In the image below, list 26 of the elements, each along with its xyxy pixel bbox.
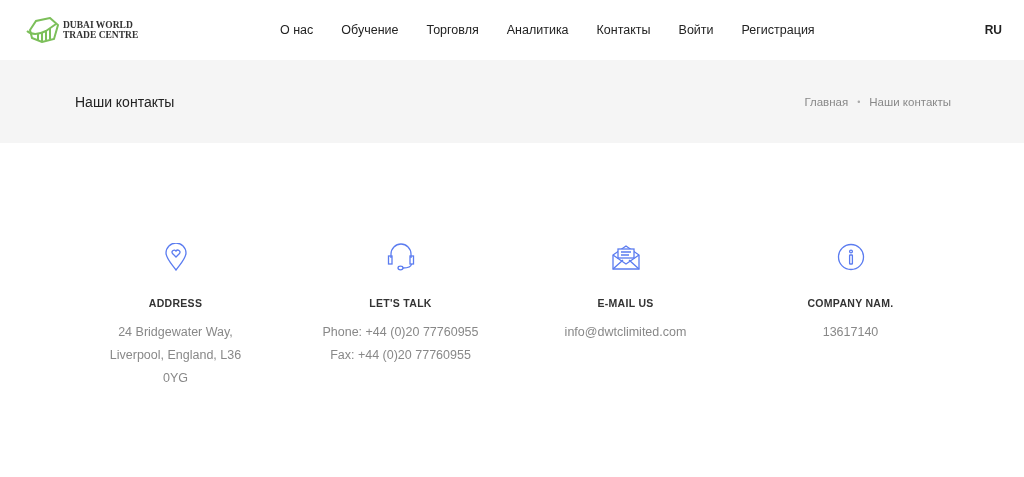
- location-pin-icon: [164, 243, 187, 271]
- nav-link[interactable]: Обучение: [327, 23, 413, 37]
- headset-icon: [386, 243, 415, 271]
- nav-link[interactable]: Торговля: [412, 23, 493, 37]
- nav-link[interactable]: Регистрация: [727, 23, 829, 37]
- contact-heading: LET'S TALK: [369, 297, 432, 309]
- contact-text: Fax: +44 (0)20 77760955: [330, 347, 471, 364]
- open-envelope-icon: [611, 245, 640, 271]
- contact-text: info@dwtclimited.com: [564, 324, 687, 341]
- breadcrumb-separator: •: [857, 96, 861, 107]
- contact-text: Phone: +44 (0)20 77760955: [322, 324, 479, 341]
- page-title: Наши контакты: [75, 93, 175, 110]
- info-icon: [836, 243, 865, 271]
- logo-text: DUBAI WORLD: [63, 20, 134, 30]
- nav-link[interactable]: Контакты: [582, 23, 665, 37]
- nav-link[interactable]: Аналитика: [492, 23, 583, 37]
- contact-heading: COMPANY NAM.: [807, 297, 894, 309]
- logo-icon: [26, 17, 60, 43]
- language-switch[interactable]: RU: [984, 23, 1002, 37]
- contact-heading: E-MAIL US: [597, 297, 654, 309]
- contact-text: 13617140: [822, 324, 879, 341]
- contact-heading: ADDRESS: [148, 297, 203, 309]
- nav-link[interactable]: Войти: [664, 23, 728, 37]
- logo-text: TRADE CENTRE: [63, 30, 139, 40]
- contact-text: 24 Bridgewater Way, Liverpool, England, L36 0YG: [108, 324, 243, 387]
- nav-link[interactable]: О нас: [266, 23, 328, 37]
